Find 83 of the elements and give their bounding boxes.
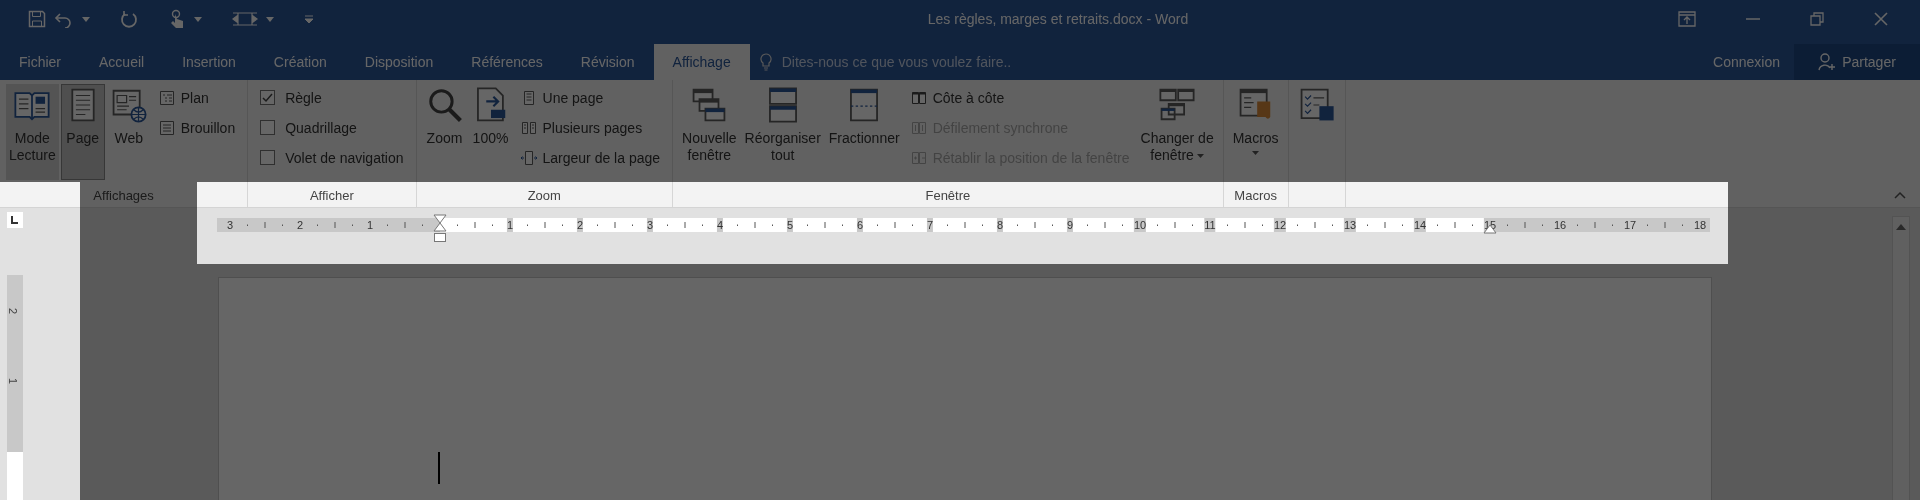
indent-marker-icon[interactable] — [433, 214, 447, 242]
ruler-number: 12 — [1273, 218, 1287, 232]
switch-windows-button[interactable]: Changer de fenêtre — [1137, 84, 1217, 180]
zoom-100-button[interactable]: 100% — [468, 84, 513, 180]
ruler-number: 8 — [996, 218, 1004, 232]
ruler-number: 5 — [786, 218, 794, 232]
scroll-up-icon[interactable] — [1896, 223, 1906, 230]
ruler-number: 3 — [226, 218, 234, 232]
ruler-number: 2 — [576, 218, 584, 232]
ruler-number: 10 — [1133, 218, 1147, 232]
lightbulb-icon — [759, 53, 772, 71]
ruler-number: 11 — [1204, 218, 1216, 232]
checkbox[interactable] — [260, 120, 276, 135]
draft-icon — [158, 119, 175, 136]
tab-stop-icon[interactable] — [7, 212, 23, 228]
read-mode-button[interactable]: Mode Lecture — [6, 84, 59, 180]
restore-icon[interactable] — [1810, 12, 1824, 26]
page-width-button[interactable]: Largeur de la page — [518, 144, 663, 171]
ruler-number: 4 — [716, 218, 724, 232]
draft-button[interactable]: Brouillon — [156, 114, 238, 141]
zoom-button[interactable]: Zoom — [422, 84, 467, 180]
web-layout-button[interactable]: Web — [106, 84, 151, 180]
sync-scroll-icon — [910, 119, 927, 136]
macros-button[interactable]: Macros — [1229, 84, 1282, 180]
ruler-number: 3 — [646, 218, 654, 232]
ruler-number: 1 — [506, 218, 514, 232]
ruler-number: 9 — [1066, 218, 1074, 232]
ribbon-tab[interactable]: Références — [452, 44, 562, 80]
new-window-button[interactable]: Nouvelle fenêtre — [679, 84, 740, 180]
ruler-number: 2 — [296, 218, 304, 232]
ribbon-tab[interactable]: Fichier — [0, 44, 80, 80]
person-add-icon — [1818, 53, 1837, 71]
ruler-number: 1 — [7, 377, 20, 385]
checkbox[interactable] — [260, 150, 276, 165]
two-pages-icon — [520, 119, 537, 136]
spacing-icon[interactable] — [232, 10, 258, 28]
ribbon-tab[interactable]: Insertion — [163, 44, 255, 80]
collapse-ribbon-icon[interactable] — [1894, 191, 1906, 199]
customize-icon[interactable] — [304, 14, 314, 24]
caret-icon[interactable] — [266, 16, 274, 22]
checkbox[interactable] — [260, 90, 276, 105]
ribbon-tab[interactable]: Disposition — [345, 44, 453, 80]
undo-icon[interactable] — [54, 10, 74, 28]
group-label: Afficher — [309, 188, 354, 203]
save-icon[interactable] — [28, 10, 46, 28]
ruler-number: 17 — [1623, 218, 1637, 232]
group-label: Macros — [1234, 188, 1277, 203]
caret-icon[interactable] — [194, 16, 202, 22]
arrange-all-button[interactable]: Réorganiser tout — [741, 84, 824, 180]
side-by-side-button[interactable]: Côte à côte — [908, 84, 1132, 111]
ribbon-tab[interactable]: Création — [254, 44, 346, 80]
text-cursor — [438, 452, 440, 484]
group-label: Zoom — [527, 188, 561, 203]
ribbon-tab[interactable]: Révision — [561, 44, 654, 80]
ruler-number: 18 — [1693, 218, 1707, 232]
ribbon-options-icon[interactable] — [1678, 11, 1696, 27]
ribbon-tab[interactable]: Accueil — [80, 44, 164, 80]
one-page-button[interactable]: Une page — [518, 84, 663, 111]
ruler-number: 7 — [926, 218, 934, 232]
sign-in-link[interactable]: Connexion — [1699, 44, 1794, 80]
ribbon-tab[interactable]: Affichage — [653, 44, 750, 80]
share-button[interactable]: Partager — [1794, 44, 1920, 80]
caret-icon[interactable] — [82, 16, 90, 22]
multiple-pages-button[interactable]: Plusieurs pages — [518, 114, 663, 141]
ruler-number: 1 — [366, 218, 374, 232]
print-layout-button[interactable]: Page — [60, 84, 105, 180]
ruler-number: 2 — [7, 307, 20, 315]
ruler-number: 6 — [856, 218, 864, 232]
ruler-number: 16 — [1553, 218, 1567, 232]
side-by-side-icon — [910, 89, 927, 106]
scrollbar[interactable] — [1892, 216, 1910, 500]
outline-icon — [158, 89, 175, 106]
group-label: Affichages — [93, 188, 154, 203]
redo-icon[interactable] — [120, 10, 138, 28]
ruler-number: 14 — [1413, 218, 1427, 232]
window-position-icon — [910, 149, 927, 166]
close-icon[interactable] — [1874, 12, 1888, 26]
page-width-icon — [520, 149, 537, 166]
window-title: Les règles, marges et retraits.docx - Word — [926, 11, 1190, 27]
ruler-number: 13 — [1343, 218, 1357, 232]
outline-button[interactable]: Plan — [156, 84, 238, 111]
group-label: Fenêtre — [925, 188, 971, 203]
split-button[interactable]: Fractionner — [825, 84, 903, 180]
